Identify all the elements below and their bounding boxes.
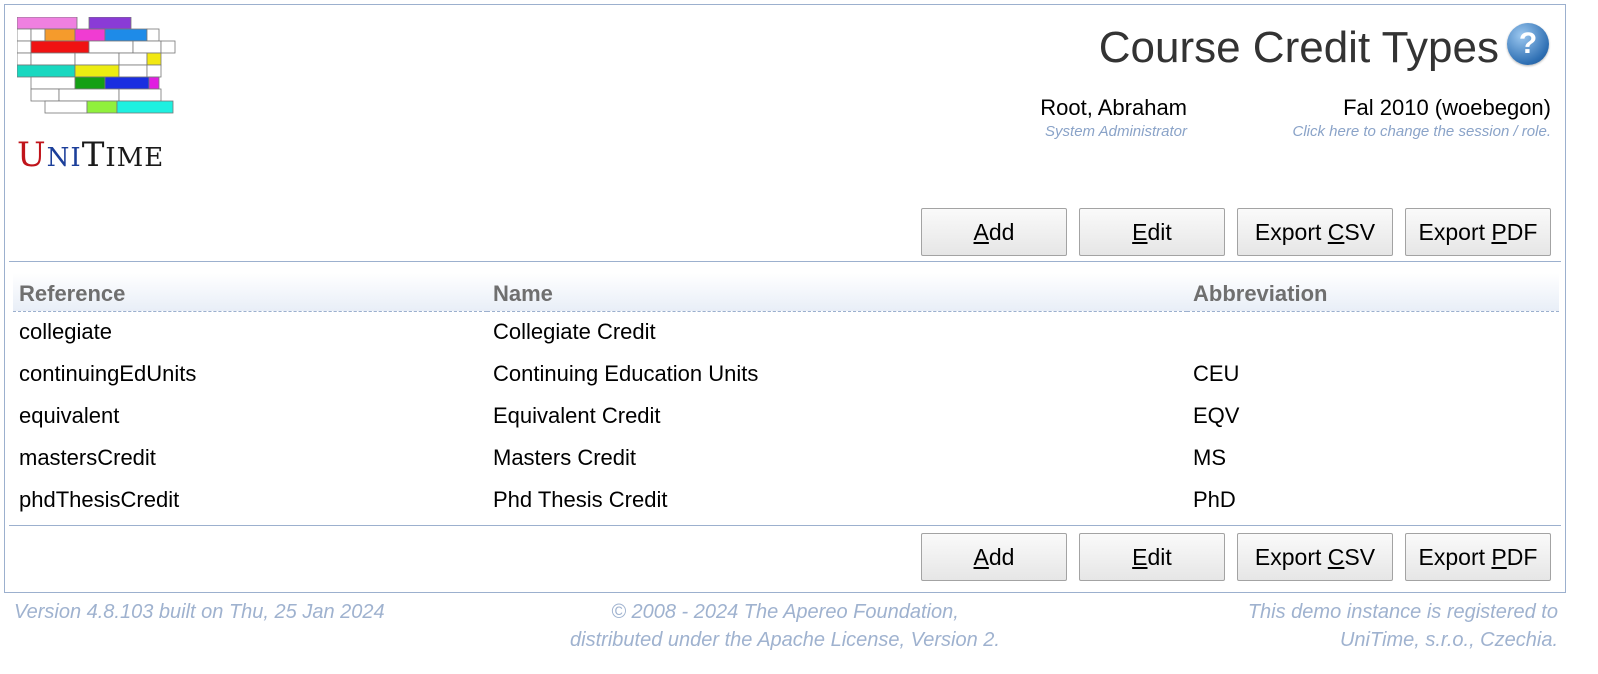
cell-reference: mastersCredit: [19, 445, 156, 470]
export-pdf-button[interactable]: Export P DF: [1405, 533, 1551, 581]
user-name: Root, Abraham: [1040, 95, 1187, 120]
cell-reference: equivalent: [19, 403, 120, 428]
table-row[interactable]: mastersCredit Masters Credit MS: [13, 437, 1559, 479]
user-role: System Administrator: [1045, 123, 1187, 140]
column-header-name[interactable]: Name: [487, 273, 1187, 312]
add-button[interactable]: Add: [921, 533, 1067, 581]
footer-version: Version 4.8.103 built on Thu, 25 Jan 202…: [14, 598, 385, 626]
edit-button[interactable]: Edit: [1079, 533, 1225, 581]
table-row[interactable]: continuingEdUnits Continuing Education U…: [13, 353, 1559, 395]
bottom-button-bar: Add Edit Export C SV Export P DF: [921, 533, 1551, 581]
unitime-logo[interactable]: UNITIME: [17, 17, 177, 177]
registration-line: This demo instance is registered to: [1247, 601, 1558, 623]
cell-reference: phdThesisCredit: [19, 487, 180, 512]
cell-name: Phd Thesis Credit: [493, 487, 668, 512]
cell-abbreviation: CEU: [1193, 361, 1240, 386]
cell-abbreviation: MS: [1193, 445, 1226, 470]
cell-name: Equivalent Credit: [493, 403, 661, 428]
timetable-grid-logo-icon: [17, 17, 176, 114]
cell-name: Collegiate Credit: [493, 319, 656, 345]
cell-name: Continuing Education Units: [493, 361, 759, 386]
column-header-abbreviation[interactable]: Abbreviation: [1187, 273, 1559, 312]
user-info: Root, Abraham System Administrator: [1040, 95, 1187, 140]
table-row[interactable]: equivalent Equivalent Credit EQV: [13, 395, 1559, 437]
cell-reference: collegiate: [19, 319, 112, 345]
top-button-bar: Add Edit Export C SV Export P DF: [921, 208, 1551, 256]
divider: [9, 525, 1561, 526]
version-text: Version 4.8.103 built on Thu, 25 Jan 202…: [14, 601, 385, 623]
footer-copyright[interactable]: © 2008 - 2024 The Apereo Foundation, dis…: [520, 598, 1050, 654]
export-csv-button[interactable]: Export C SV: [1237, 533, 1393, 581]
footer-registration[interactable]: This demo instance is registered to UniT…: [1248, 598, 1558, 654]
session-selector[interactable]: Fal 2010 (woebegon) Click here to change…: [1293, 95, 1551, 140]
page-title: Course Credit Types: [1098, 23, 1499, 72]
session-name[interactable]: Fal 2010 (woebegon): [1293, 95, 1551, 121]
edit-button[interactable]: Edit: [1079, 208, 1225, 256]
add-button[interactable]: Add: [921, 208, 1067, 256]
cell-abbreviation: [1187, 311, 1559, 353]
license-line: distributed under the Apache License, Ve…: [570, 629, 1000, 651]
session-hint[interactable]: Click here to change the session / role.: [1293, 123, 1551, 140]
export-pdf-button[interactable]: Export P DF: [1405, 208, 1551, 256]
cell-abbreviation: EQV: [1193, 403, 1240, 428]
table-row[interactable]: collegiate Collegiate Credit: [13, 311, 1559, 353]
column-header-reference[interactable]: Reference: [13, 273, 487, 312]
table-header-row: Reference Name Abbreviation: [13, 273, 1559, 312]
cell-reference: continuingEdUnits: [19, 361, 197, 386]
registration-owner: UniTime, s.r.o., Czechia.: [1339, 629, 1558, 651]
cell-name: Masters Credit: [493, 445, 637, 470]
divider: [9, 261, 1561, 262]
help-icon[interactable]: ?: [1507, 23, 1549, 65]
table-row[interactable]: phdThesisCredit Phd Thesis Credit PhD: [13, 479, 1559, 521]
credit-types-table: Reference Name Abbreviation collegiate C…: [13, 273, 1559, 521]
main-panel: UNITIME Course Credit Types ? Root, Abra…: [4, 4, 1566, 593]
logo-wordmark: UNITIME: [17, 135, 165, 175]
copyright-line: © 2008 - 2024 The Apereo Foundation,: [611, 601, 959, 623]
cell-abbreviation: PhD: [1193, 487, 1236, 512]
export-csv-button[interactable]: Export C SV: [1237, 208, 1393, 256]
